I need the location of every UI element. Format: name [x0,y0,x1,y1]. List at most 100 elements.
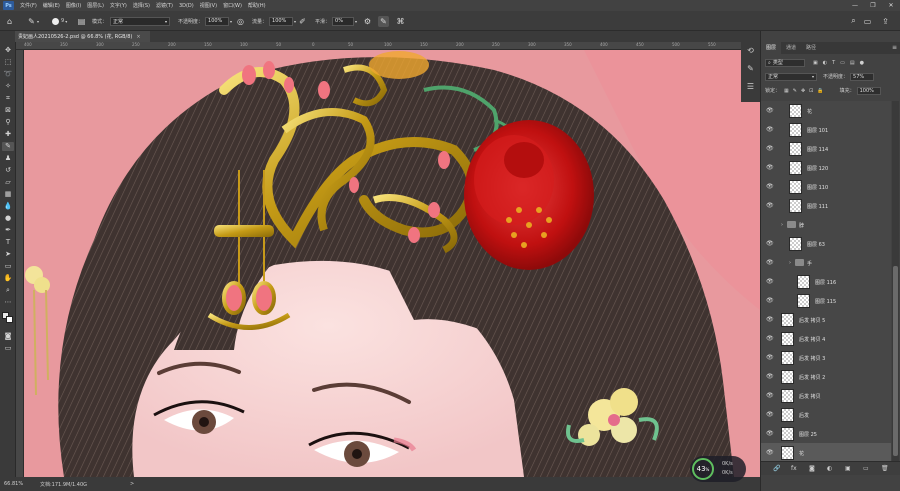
filter-shape-icon[interactable]: ▭ [840,60,845,66]
workspace-button[interactable]: ▭ [862,15,873,27]
lock-all-icon[interactable]: 🔒 [817,88,823,94]
mode-select[interactable]: 正常 ▾ [110,16,171,26]
group-expand-icon[interactable]: › [781,222,783,228]
lock-position-icon[interactable]: ✥ [801,88,805,94]
layer-row[interactable]: 👁 后发 拷贝 4 [761,329,891,349]
panel-menu-icon[interactable]: ≡ [892,42,897,54]
home-button[interactable]: ⌂ [4,15,15,27]
move-tool-icon[interactable]: ✥ [2,46,14,55]
quick-select-tool-icon[interactable]: ✧ [2,82,14,91]
visibility-eye-icon[interactable]: 👁 [766,145,774,152]
lock-paint-icon[interactable]: ✎ [793,88,797,94]
adjustment-layer-icon[interactable]: ◐ [827,465,832,472]
layer-row[interactable]: 👁 后发 拷贝 2 [761,367,891,387]
visibility-eye-icon[interactable]: 👁 [766,107,774,114]
layer-row[interactable]: 👁 图层 110 [761,177,891,197]
visibility-eye-icon[interactable]: 👁 [766,392,774,399]
visibility-eye-icon[interactable] [766,221,774,228]
document-tab[interactable]: 贵妃画人20210526-2.psd @ 66.8% (花, RGB/8) × [15,31,150,42]
visibility-eye-icon[interactable]: 👁 [766,240,774,247]
menu-layer[interactable]: 图层(L) [87,2,104,9]
visibility-eye-icon[interactable]: 👁 [766,164,774,171]
eyedropper-tool-icon[interactable]: ⚲ [2,118,14,127]
layer-opacity-input[interactable]: 57% [850,72,875,81]
new-layer-icon[interactable]: ▭ [863,465,869,472]
brush-tool-preset[interactable]: ✎ ▾ [26,15,39,27]
minimize-button[interactable]: — [846,0,864,11]
share-button[interactable]: ⇪ [880,15,891,27]
airbrush-toggle[interactable]: ✐ [297,15,308,27]
quick-mask-icon[interactable]: ◙ [2,332,14,341]
link-layers-icon[interactable]: 🔗 [773,465,780,472]
layer-row[interactable]: 👁 图层 63 [761,234,891,254]
blend-mode-select[interactable]: 正常 ▾ [765,72,817,81]
chevron-down-icon[interactable]: ▾ [230,19,232,24]
search-button[interactable]: ⌕ [848,15,859,27]
close-button[interactable]: ✕ [882,0,900,11]
lock-pixels-icon[interactable]: ▦ [784,88,789,94]
filter-toggle-icon[interactable]: ● [860,60,864,66]
visibility-eye-icon[interactable]: 👁 [766,126,774,133]
layer-row[interactable]: 👁 后发 [761,405,891,425]
visibility-eye-icon[interactable]: 👁 [766,297,774,304]
status-menu-arrow[interactable]: > [130,481,134,487]
menu-image[interactable]: 图像(I) [66,2,81,9]
layer-row[interactable]: › 脖 [761,215,891,235]
layer-row[interactable]: 👁 图层 115 [761,291,891,311]
layer-row[interactable]: 👁 后发 拷贝 3 [761,348,891,368]
layer-row[interactable]: 👁 图层 116 [761,272,891,292]
menu-view[interactable]: 视图(V) [200,2,217,9]
brush-settings-toggle[interactable]: ▤ [76,15,87,27]
visibility-eye-icon[interactable]: 👁 [766,202,774,209]
filter-type-icon[interactable]: T [832,60,835,66]
menu-file[interactable]: 文件(F) [20,2,37,9]
more-tools-icon[interactable]: ⋯ [2,298,14,307]
filter-smart-icon[interactable]: ▤ [850,60,855,66]
pressure-opacity-toggle[interactable]: ◎ [235,15,246,27]
history-panel-icon[interactable]: ⟲ [744,44,757,57]
shape-tool-icon[interactable]: ▭ [2,262,14,271]
visibility-eye-icon[interactable]: 👁 [766,278,774,285]
screen-mode-icon[interactable]: ▭ [2,344,14,353]
gradient-tool-icon[interactable]: ▦ [2,190,14,199]
crop-tool-icon[interactable]: ⌗ [2,94,14,103]
scrollbar-thumb[interactable] [893,266,898,456]
visibility-eye-icon[interactable]: 👁 [766,354,774,361]
filter-adjust-icon[interactable]: ◐ [823,60,827,66]
visibility-eye-icon[interactable]: 👁 [766,335,774,342]
layer-row[interactable]: 👁 › 手 [761,253,891,273]
fill-input[interactable]: 100% [856,86,881,95]
fx-icon[interactable]: fx [791,465,797,472]
pressure-size-toggle[interactable]: ✎ [378,15,389,27]
type-tool-icon[interactable]: T [2,238,14,247]
add-mask-icon[interactable]: ◙ [809,465,815,472]
menu-edit[interactable]: 编辑(E) [43,2,60,9]
layer-filter-select[interactable]: ⌕ 类型 [765,58,805,67]
visibility-eye-icon[interactable]: 👁 [766,183,774,190]
layer-row[interactable]: 👁 图层 111 [761,196,891,216]
layer-row[interactable]: 👁 后发 拷贝 [761,386,891,406]
smooth-input[interactable]: 0% [332,16,355,26]
visibility-eye-icon[interactable]: 👁 [766,430,774,437]
visibility-eye-icon[interactable]: 👁 [766,373,774,380]
layer-row[interactable]: 👁 图层 120 [761,158,891,178]
menu-window[interactable]: 窗口(W) [223,2,242,9]
document-canvas[interactable] [24,50,760,477]
path-select-tool-icon[interactable]: ➤ [2,250,14,259]
layer-row[interactable]: 👁 图层 25 [761,424,891,444]
new-group-icon[interactable]: ▣ [845,465,851,472]
healing-brush-tool-icon[interactable]: ✚ [2,130,14,139]
menu-filter[interactable]: 滤镜(T) [156,2,173,9]
properties-panel-icon[interactable]: ☰ [744,80,757,93]
delete-layer-icon[interactable]: 🗑 [881,465,889,472]
history-brush-tool-icon[interactable]: ↺ [2,166,14,175]
layer-row[interactable]: 👁 图层 101 [761,120,891,140]
stamp-tool-icon[interactable]: ♟ [2,154,14,163]
lasso-tool-icon[interactable]: ➰ [2,70,14,79]
layer-row[interactable]: 👁 花 [761,443,891,463]
dodge-tool-icon[interactable]: ● [2,214,14,223]
restore-button[interactable]: ❐ [864,0,882,11]
smoothing-options-button[interactable]: ⚙ [362,15,373,27]
filter-pixel-icon[interactable]: ▣ [813,60,818,66]
menu-type[interactable]: 文字(Y) [110,2,127,9]
